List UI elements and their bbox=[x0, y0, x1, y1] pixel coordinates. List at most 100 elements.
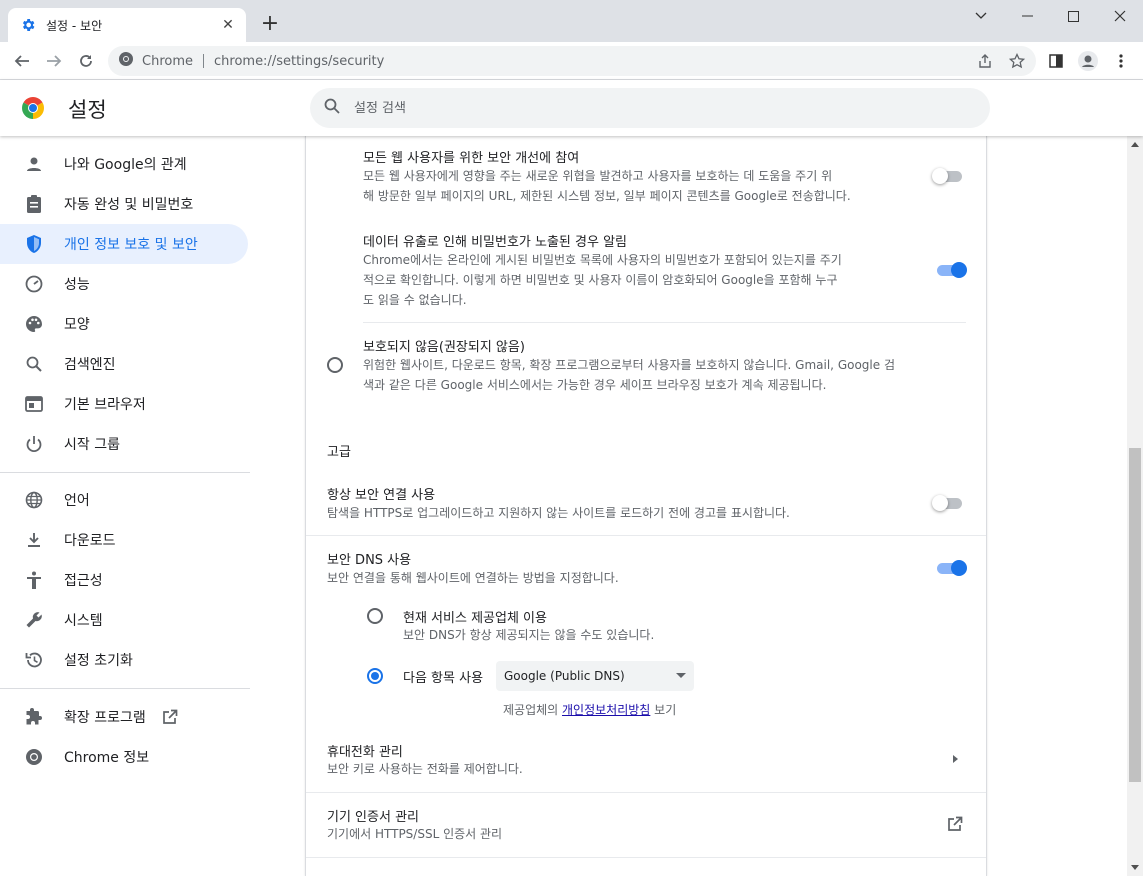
sidebar-item-label: 시스템 bbox=[64, 613, 103, 629]
dns-current-provider-title: 현재 서비스 제공업체 이용 bbox=[403, 611, 547, 626]
tab-title: 설정 - 보안 bbox=[46, 18, 103, 33]
search-input[interactable] bbox=[354, 100, 954, 116]
sidebar-item-appearance[interactable]: 모양 bbox=[0, 304, 248, 344]
sidebar-item-reset[interactable]: 설정 초기화 bbox=[0, 640, 248, 680]
reload-button[interactable] bbox=[74, 49, 98, 73]
scroll-up-arrow-icon[interactable] bbox=[1131, 142, 1139, 147]
search-icon bbox=[24, 354, 44, 374]
back-button[interactable] bbox=[10, 49, 34, 73]
settings-header: 설정 bbox=[0, 80, 1143, 136]
divider bbox=[306, 857, 986, 858]
dns-privacy-prefix: 제공업체의 bbox=[503, 703, 563, 717]
dns-privacy-line: 제공업체의 개인정보처리방침 보기 bbox=[503, 700, 676, 720]
sidebar-item-label: 기본 브라우저 bbox=[64, 397, 146, 413]
puzzle-icon bbox=[24, 707, 44, 727]
globe-icon bbox=[24, 490, 44, 510]
gear-icon bbox=[20, 17, 36, 33]
tab-strip: 설정 - 보안 ✕ + bbox=[0, 0, 1143, 42]
omnibox-separator bbox=[203, 54, 204, 68]
manage-certificates-row[interactable]: 기기 인증서 관리 기기에서 HTTPS/SSL 인증서 관리 bbox=[306, 793, 986, 857]
no-protection-radio[interactable] bbox=[327, 357, 343, 373]
sidebar-item-label: 설정 초기화 bbox=[64, 653, 133, 669]
clipboard-icon bbox=[24, 194, 44, 214]
advanced-heading: 고급 bbox=[327, 445, 351, 460]
settings-search[interactable] bbox=[310, 88, 990, 128]
profile-avatar-icon[interactable] bbox=[1078, 51, 1098, 71]
sidebar-item-label: 확장 프로그램 bbox=[64, 710, 146, 726]
sidebar: 나와 Google의 관계 자동 완성 및 비밀번호 개인 정보 보호 및 보안… bbox=[0, 136, 260, 876]
sidebar-item-extensions[interactable]: 확장 프로그램 bbox=[0, 697, 248, 737]
sidebar-item-accessibility[interactable]: 접근성 bbox=[0, 560, 248, 600]
sidebar-item-label: 검색엔진 bbox=[64, 357, 116, 373]
bookmark-star-icon[interactable] bbox=[1007, 51, 1027, 71]
forward-button[interactable] bbox=[42, 49, 66, 73]
improve-security-title: 모든 웹 사용자를 위한 보안 개선에 참여 bbox=[363, 151, 580, 166]
https-always-toggle[interactable] bbox=[932, 495, 964, 511]
browser-icon bbox=[24, 394, 44, 414]
shield-icon bbox=[24, 234, 44, 254]
password-leak-desc-line3: 도 읽을 수 없습니다. bbox=[363, 293, 467, 307]
improve-security-toggle[interactable] bbox=[932, 168, 964, 184]
https-always-desc: 탐색을 HTTPS로 업그레이드하고 지원하지 않는 사이트를 로드하기 전에 … bbox=[327, 506, 790, 520]
sidebar-divider bbox=[0, 472, 250, 473]
password-leak-toggle[interactable] bbox=[935, 262, 967, 278]
sidebar-item-label: 시작 그룹 bbox=[64, 437, 120, 453]
dns-custom-provider-radio[interactable] bbox=[367, 668, 383, 684]
side-panel-icon[interactable] bbox=[1046, 51, 1066, 71]
secure-dns-toggle[interactable] bbox=[935, 560, 967, 576]
tab-settings-security[interactable]: 설정 - 보안 ✕ bbox=[8, 8, 246, 42]
power-icon bbox=[24, 434, 44, 454]
scroll-down-arrow-icon[interactable] bbox=[1131, 865, 1139, 870]
https-always-title: 항상 보안 연결 사용 bbox=[327, 488, 436, 503]
manage-certificates-title: 기기 인증서 관리 bbox=[327, 810, 419, 825]
dns-current-provider-radio[interactable] bbox=[367, 608, 383, 624]
sidebar-item-label: Chrome 정보 bbox=[64, 750, 150, 766]
dns-privacy-policy-link[interactable]: 개인정보처리방침 bbox=[562, 703, 650, 717]
sidebar-item-system[interactable]: 시스템 bbox=[0, 600, 248, 640]
site-label: Chrome bbox=[142, 53, 193, 69]
share-icon[interactable] bbox=[975, 51, 995, 71]
page-title: 설정 bbox=[68, 98, 107, 122]
dns-current-provider-desc: 보안 DNS가 항상 제공되지는 않을 수도 있습니다. bbox=[403, 628, 655, 642]
chevron-right-icon bbox=[953, 755, 958, 763]
dns-provider-select[interactable]: Google (Public DNS) bbox=[496, 661, 694, 691]
speedometer-icon bbox=[24, 274, 44, 294]
password-leak-title: 데이터 유출로 인해 비밀번호가 노출된 경우 알림 bbox=[363, 235, 627, 250]
sidebar-item-about-chrome[interactable]: Chrome 정보 bbox=[0, 737, 248, 777]
address-bar[interactable]: Chrome chrome://settings/security bbox=[108, 46, 1036, 76]
scrollbar-thumb[interactable] bbox=[1129, 448, 1141, 782]
secure-dns-title: 보안 DNS 사용 bbox=[327, 553, 412, 568]
password-leak-desc-line1: Chrome에서는 온라인에 게시된 비밀번호 목록에 사용자의 비밀번호가 포… bbox=[363, 253, 842, 267]
sidebar-item-on-startup[interactable]: 시작 그룹 bbox=[0, 424, 248, 464]
no-protection-desc-line2: 색과 같은 다른 Google 서비스에서는 가능한 경우 세이프 브라우징 보… bbox=[363, 378, 827, 392]
download-icon bbox=[24, 530, 44, 550]
dns-provider-value: Google (Public DNS) bbox=[504, 669, 625, 683]
palette-icon bbox=[24, 314, 44, 334]
improve-security-desc-line2: 해 방문한 일부 페이지의 URL, 제한된 시스템 정보, 일부 페이지 콘텐… bbox=[363, 189, 851, 203]
settings-main-card: 모든 웹 사용자를 위한 보안 개선에 참여 모든 웹 사용자에게 영향을 주는… bbox=[305, 136, 987, 876]
maximize-button[interactable] bbox=[1050, 0, 1096, 32]
tab-close-icon[interactable]: ✕ bbox=[220, 17, 236, 33]
sidebar-item-downloads[interactable]: 다운로드 bbox=[0, 520, 248, 560]
page-scrollbar[interactable] bbox=[1127, 136, 1143, 876]
manage-phones-title: 휴대전화 관리 bbox=[327, 745, 403, 760]
chrome-logo-icon bbox=[21, 96, 45, 120]
minimize-button[interactable] bbox=[1004, 0, 1050, 32]
sidebar-item-privacy-security[interactable]: 개인 정보 보호 및 보안 bbox=[0, 224, 248, 264]
more-menu-icon[interactable] bbox=[1111, 51, 1131, 71]
manage-phones-row[interactable]: 휴대전화 관리 보안 키로 사용하는 전화를 제어합니다. bbox=[306, 730, 986, 792]
url-text[interactable]: chrome://settings/security bbox=[214, 54, 384, 69]
sidebar-item-default-browser[interactable]: 기본 브라우저 bbox=[0, 384, 248, 424]
no-protection-desc-line1: 위험한 웹사이트, 다운로드 항목, 확장 프로그램으로부터 사용자를 보호하지… bbox=[363, 358, 895, 372]
tab-search-icon[interactable] bbox=[958, 0, 1004, 32]
sidebar-item-label: 접근성 bbox=[64, 573, 103, 589]
sidebar-item-label: 자동 완성 및 비밀번호 bbox=[64, 197, 194, 213]
sidebar-item-search-engine[interactable]: 검색엔진 bbox=[0, 344, 248, 384]
sidebar-item-label: 다운로드 bbox=[64, 533, 116, 549]
sidebar-item-you-and-google[interactable]: 나와 Google의 관계 bbox=[0, 144, 248, 184]
close-window-button[interactable] bbox=[1097, 0, 1143, 32]
new-tab-button[interactable]: + bbox=[258, 12, 282, 36]
sidebar-item-performance[interactable]: 성능 bbox=[0, 264, 248, 304]
sidebar-item-languages[interactable]: 언어 bbox=[0, 480, 248, 520]
sidebar-item-autofill[interactable]: 자동 완성 및 비밀번호 bbox=[0, 184, 248, 224]
